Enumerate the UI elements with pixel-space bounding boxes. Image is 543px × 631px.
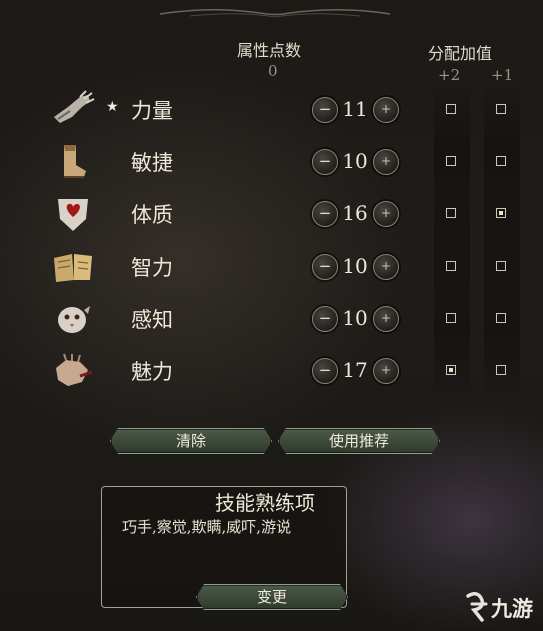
owlbear-icon <box>58 305 90 333</box>
bonus-plus2-checkbox-charisma[interactable] <box>446 365 456 375</box>
attribute-row: 感知 −10 + <box>0 298 543 346</box>
bonus-plus1-checkbox-strength[interactable] <box>496 104 506 114</box>
jiuyou-watermark-logo: 九游 <box>466 592 533 622</box>
watermark-text: 九游 <box>490 597 533 621</box>
skill-proficiency-list: 巧手,察觉,欺瞒,威吓,游说 <box>122 518 292 536</box>
top-ornament <box>159 8 391 18</box>
boot-icon <box>64 145 86 179</box>
bonus-assign-label: 分配加值 <box>428 44 493 63</box>
decrease-wisdom-button[interactable]: − <box>312 305 338 332</box>
attribute-value-wisdom: 10 <box>342 305 368 330</box>
bonus-plus2-checkbox-intelligence[interactable] <box>446 260 456 271</box>
attribute-name-constitution: 体质 <box>131 203 173 228</box>
increase-constitution-button[interactable]: + <box>373 201 399 228</box>
bonus-plus1-checkbox-constitution[interactable] <box>496 208 506 219</box>
primary-attribute-star-icon: ★ <box>106 99 119 115</box>
attribute-value-charisma: 17 <box>342 358 368 382</box>
attribute-row: 敏捷 −10 + <box>0 141 543 189</box>
attribute-value-intelligence: 10 <box>342 253 368 278</box>
attribute-row: 体质 −16 + <box>0 193 543 241</box>
book-icon <box>54 253 92 282</box>
attribute-name-intelligence: 智力 <box>131 255 173 280</box>
attribute-value-dexterity: 10 <box>342 149 368 174</box>
increase-dexterity-button[interactable]: + <box>373 149 399 176</box>
decrease-strength-button[interactable]: − <box>312 97 338 123</box>
bonus-plus1-checkbox-wisdom[interactable] <box>496 312 506 323</box>
bonus-plus2-checkbox-dexterity[interactable] <box>446 156 456 167</box>
increase-intelligence-button[interactable]: + <box>373 253 399 280</box>
change-button[interactable]: 变更 <box>196 584 348 610</box>
bonus-plus2-checkbox-wisdom[interactable] <box>446 312 456 323</box>
increase-strength-button[interactable]: + <box>373 97 399 123</box>
attribute-row: 智力 −10 + <box>0 246 543 294</box>
attribute-row: 魅力 −17 + <box>0 350 543 398</box>
hands-icon <box>56 353 93 386</box>
skill-proficiency-title: 技能熟练项 <box>215 491 315 515</box>
decrease-constitution-button[interactable]: − <box>312 201 338 228</box>
attribute-row: ★ 力量 −11 + <box>0 89 543 137</box>
attribute-value-strength: 11 <box>342 97 368 121</box>
gauntlet-icon <box>54 90 95 123</box>
bonus-plus1-checkbox-dexterity[interactable] <box>496 156 506 167</box>
increase-charisma-button[interactable]: + <box>373 358 399 384</box>
attribute-points-label: 属性点数 <box>237 41 302 60</box>
clear-button[interactable]: 清除 <box>110 428 272 454</box>
increase-wisdom-button[interactable]: + <box>373 305 399 332</box>
bonus-plus2-checkbox-constitution[interactable] <box>446 208 456 219</box>
attribute-name-dexterity: 敏捷 <box>131 151 173 176</box>
attribute-name-strength: 力量 <box>131 99 173 123</box>
attribute-name-wisdom: 感知 <box>131 307 173 332</box>
attribute-points-value: 0 <box>268 62 278 80</box>
heart-shield-icon <box>58 199 88 232</box>
attribute-value-constitution: 16 <box>342 201 368 226</box>
decrease-dexterity-button[interactable]: − <box>312 149 338 176</box>
use-recommended-button[interactable]: 使用推荐 <box>278 428 440 454</box>
attribute-name-charisma: 魅力 <box>131 360 173 384</box>
bonus-plus1-checkbox-intelligence[interactable] <box>496 260 506 271</box>
decrease-charisma-button[interactable]: − <box>312 358 338 384</box>
decrease-intelligence-button[interactable]: − <box>312 253 338 280</box>
bonus-plus2-checkbox-strength[interactable] <box>446 104 456 114</box>
bonus-plus1-checkbox-charisma[interactable] <box>496 365 506 375</box>
